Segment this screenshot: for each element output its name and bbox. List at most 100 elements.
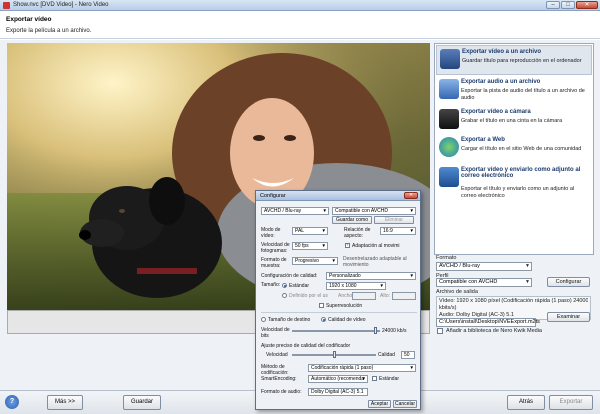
sample-format-value: Progresivo [295, 258, 319, 264]
chevron-down-icon: ▼ [409, 208, 414, 213]
save-button[interactable]: Guardar [123, 395, 161, 410]
sample-format-label: Formato de muestra: [261, 257, 287, 269]
export-options-list: Exportar vídeo a un archivo Guardar títu… [434, 43, 594, 255]
export-label: Exportar [559, 399, 583, 405]
quality-select[interactable]: Personalizado ▼ [326, 272, 416, 280]
height-field[interactable] [392, 292, 416, 300]
target-size-radio[interactable] [261, 317, 266, 322]
preset-select[interactable]: AVCHD / Blu-ray ▼ [261, 207, 329, 215]
standard-checkbox[interactable] [372, 376, 377, 381]
encoder-fine-tune-label: Ajuste preciso de calidad del codificado… [261, 343, 351, 349]
superres-checkbox[interactable] [319, 303, 324, 308]
quality-value-field[interactable]: 50 [401, 351, 415, 359]
profile-select[interactable]: Compatible con AVCHD ▼ [436, 278, 532, 287]
format-select[interactable]: AVCHD / Blu-ray ▼ [436, 262, 532, 271]
height-label: Alto: [380, 293, 391, 299]
audio-format-label: Formato de audio: [261, 389, 302, 395]
compat-value: Compatible con AVCHD [335, 208, 388, 214]
export-option-desc: Grabar el título en una cinta en la cáma… [461, 118, 563, 124]
dialog-title: Configurar [256, 191, 420, 201]
export-option-audio-file[interactable]: Exportar audio a un archivo Exportar la … [436, 76, 592, 106]
deinterlace-label: Desentrelazado adaptable al movimiento [343, 256, 407, 268]
export-option-web[interactable]: Exportar a Web Cargar el título en el si… [436, 134, 592, 162]
film-file-icon [440, 49, 460, 69]
back-button[interactable]: Atrás [507, 395, 545, 410]
standard-size-label: Estándar [289, 283, 310, 289]
smart-encoding-select[interactable]: Automático (recomenda ▼ [308, 375, 368, 383]
quality-slider-label: Calidad [378, 352, 395, 358]
audio-format-field[interactable]: Dolby Digital (AC-3) 5.1 [308, 388, 368, 396]
camera-icon [439, 109, 459, 129]
quality-value: Personalizado [329, 273, 361, 279]
divider [261, 312, 417, 313]
configure-button[interactable]: Configurar [547, 277, 590, 287]
chevron-down-icon: ▼ [361, 376, 366, 381]
compat-select[interactable]: Compatible con AVCHD ▼ [332, 207, 416, 215]
bitrate-label: Velocidad de bits [261, 327, 290, 339]
export-button[interactable]: Exportar [549, 395, 593, 410]
export-option-video-file[interactable]: Exportar vídeo a un archivo Guardar títu… [436, 45, 592, 75]
email-icon [439, 167, 459, 187]
speed-label: Velocidad [266, 352, 288, 358]
configure-dialog: Configurar ✕ AVCHD / Blu-ray ▼ Compatible… [255, 190, 421, 410]
standard-size-radio[interactable] [282, 283, 287, 288]
export-option-camera[interactable]: Exportar vídeo a cámara Grabar el título… [436, 106, 592, 134]
output-label: Archivo de salida [436, 289, 478, 295]
cancel-button[interactable]: Cancelar [393, 400, 417, 408]
video-mode-value: PAL [295, 228, 305, 234]
video-mode-select[interactable]: PAL ▼ [292, 227, 328, 235]
more-button[interactable]: Más >> [47, 395, 83, 410]
minimize-button[interactable]: – [546, 1, 560, 9]
delete-button[interactable]: Eliminar [374, 216, 414, 224]
page-title: Exportar vídeo [6, 16, 52, 23]
bitrate-slider-thumb[interactable] [374, 327, 377, 334]
bitrate-value: 24000 kb/s [382, 328, 407, 334]
preset-value: AVCHD / Blu-ray [264, 208, 302, 214]
help-button[interactable]: ? [5, 395, 19, 409]
aspect-label: Relación de aspecto: [344, 227, 371, 239]
globe-icon [439, 137, 459, 157]
standard-size-select[interactable]: 1920 x 1080 ▼ [326, 282, 386, 290]
audio-format-value: Dolby Digital (AC-3) 5.1 [311, 389, 364, 395]
custom-size-radio[interactable] [282, 293, 287, 298]
close-button[interactable]: ✕ [576, 1, 598, 9]
chevron-down-icon: ▼ [525, 263, 530, 269]
chevron-down-icon: ▼ [331, 258, 336, 263]
chevron-down-icon: ▼ [409, 228, 414, 233]
video-quality-label: Calidad de vídeo [328, 317, 366, 323]
adapt-motion-checkbox[interactable] [345, 242, 350, 248]
encode-method-value: Codificación rápida (1 paso) [311, 365, 374, 371]
custom-size-label: Definido por el us [289, 293, 328, 299]
aspect-select[interactable]: 16:9 ▼ [380, 227, 416, 235]
add-to-library-checkbox[interactable] [437, 328, 443, 334]
chevron-down-icon: ▼ [321, 228, 326, 233]
chevron-down-icon: ▼ [409, 273, 414, 278]
output-path-field[interactable]: C:\Users\install\Desktop\NVEExport.m2ts [436, 318, 540, 327]
accept-button[interactable]: Aceptar [368, 400, 391, 408]
standard-size-value: 1920 x 1080 [329, 283, 357, 289]
frame-rate-value: 50 fps [295, 243, 309, 249]
video-quality-radio[interactable] [321, 317, 326, 322]
window-controls: – □ ✕ [546, 1, 598, 9]
quality-slider-thumb[interactable] [333, 351, 336, 358]
bitrate-slider[interactable] [292, 330, 380, 332]
add-to-library-label: Añadir a biblioteca de Nero Kwik Media [446, 328, 542, 334]
page-header: Exportar vídeo Exporte la película a un … [0, 11, 600, 39]
encode-method-label: Método de codificación: [261, 364, 289, 376]
frame-rate-select[interactable]: 50 fps ▼ [292, 242, 328, 250]
aspect-value: 16:9 [383, 228, 393, 234]
browse-button[interactable]: Examinar [547, 312, 590, 322]
encode-method-select[interactable]: Codificación rápida (1 paso) ▼ [308, 364, 416, 372]
export-option-desc: Exportar la pista de audio del título a … [461, 88, 585, 101]
save-as-button[interactable]: Guardar como [332, 216, 372, 224]
export-option-email[interactable]: Exportar vídeo y enviarlo como adjunto a… [436, 164, 592, 208]
dialog-close-button[interactable]: ✕ [404, 192, 418, 199]
page-subtitle: Exporte la película a un archivo. [6, 28, 92, 34]
export-option-title: Exportar a Web [461, 137, 505, 143]
sample-format-select[interactable]: Progresivo ▼ [292, 257, 338, 265]
width-field[interactable] [352, 292, 376, 300]
maximize-button[interactable]: □ [561, 1, 575, 9]
export-option-desc: Exportar el título y enviarlo como un ad… [461, 186, 575, 199]
export-option-title: Exportar audio a un archivo [461, 79, 541, 85]
chevron-down-icon: ▼ [409, 365, 414, 370]
